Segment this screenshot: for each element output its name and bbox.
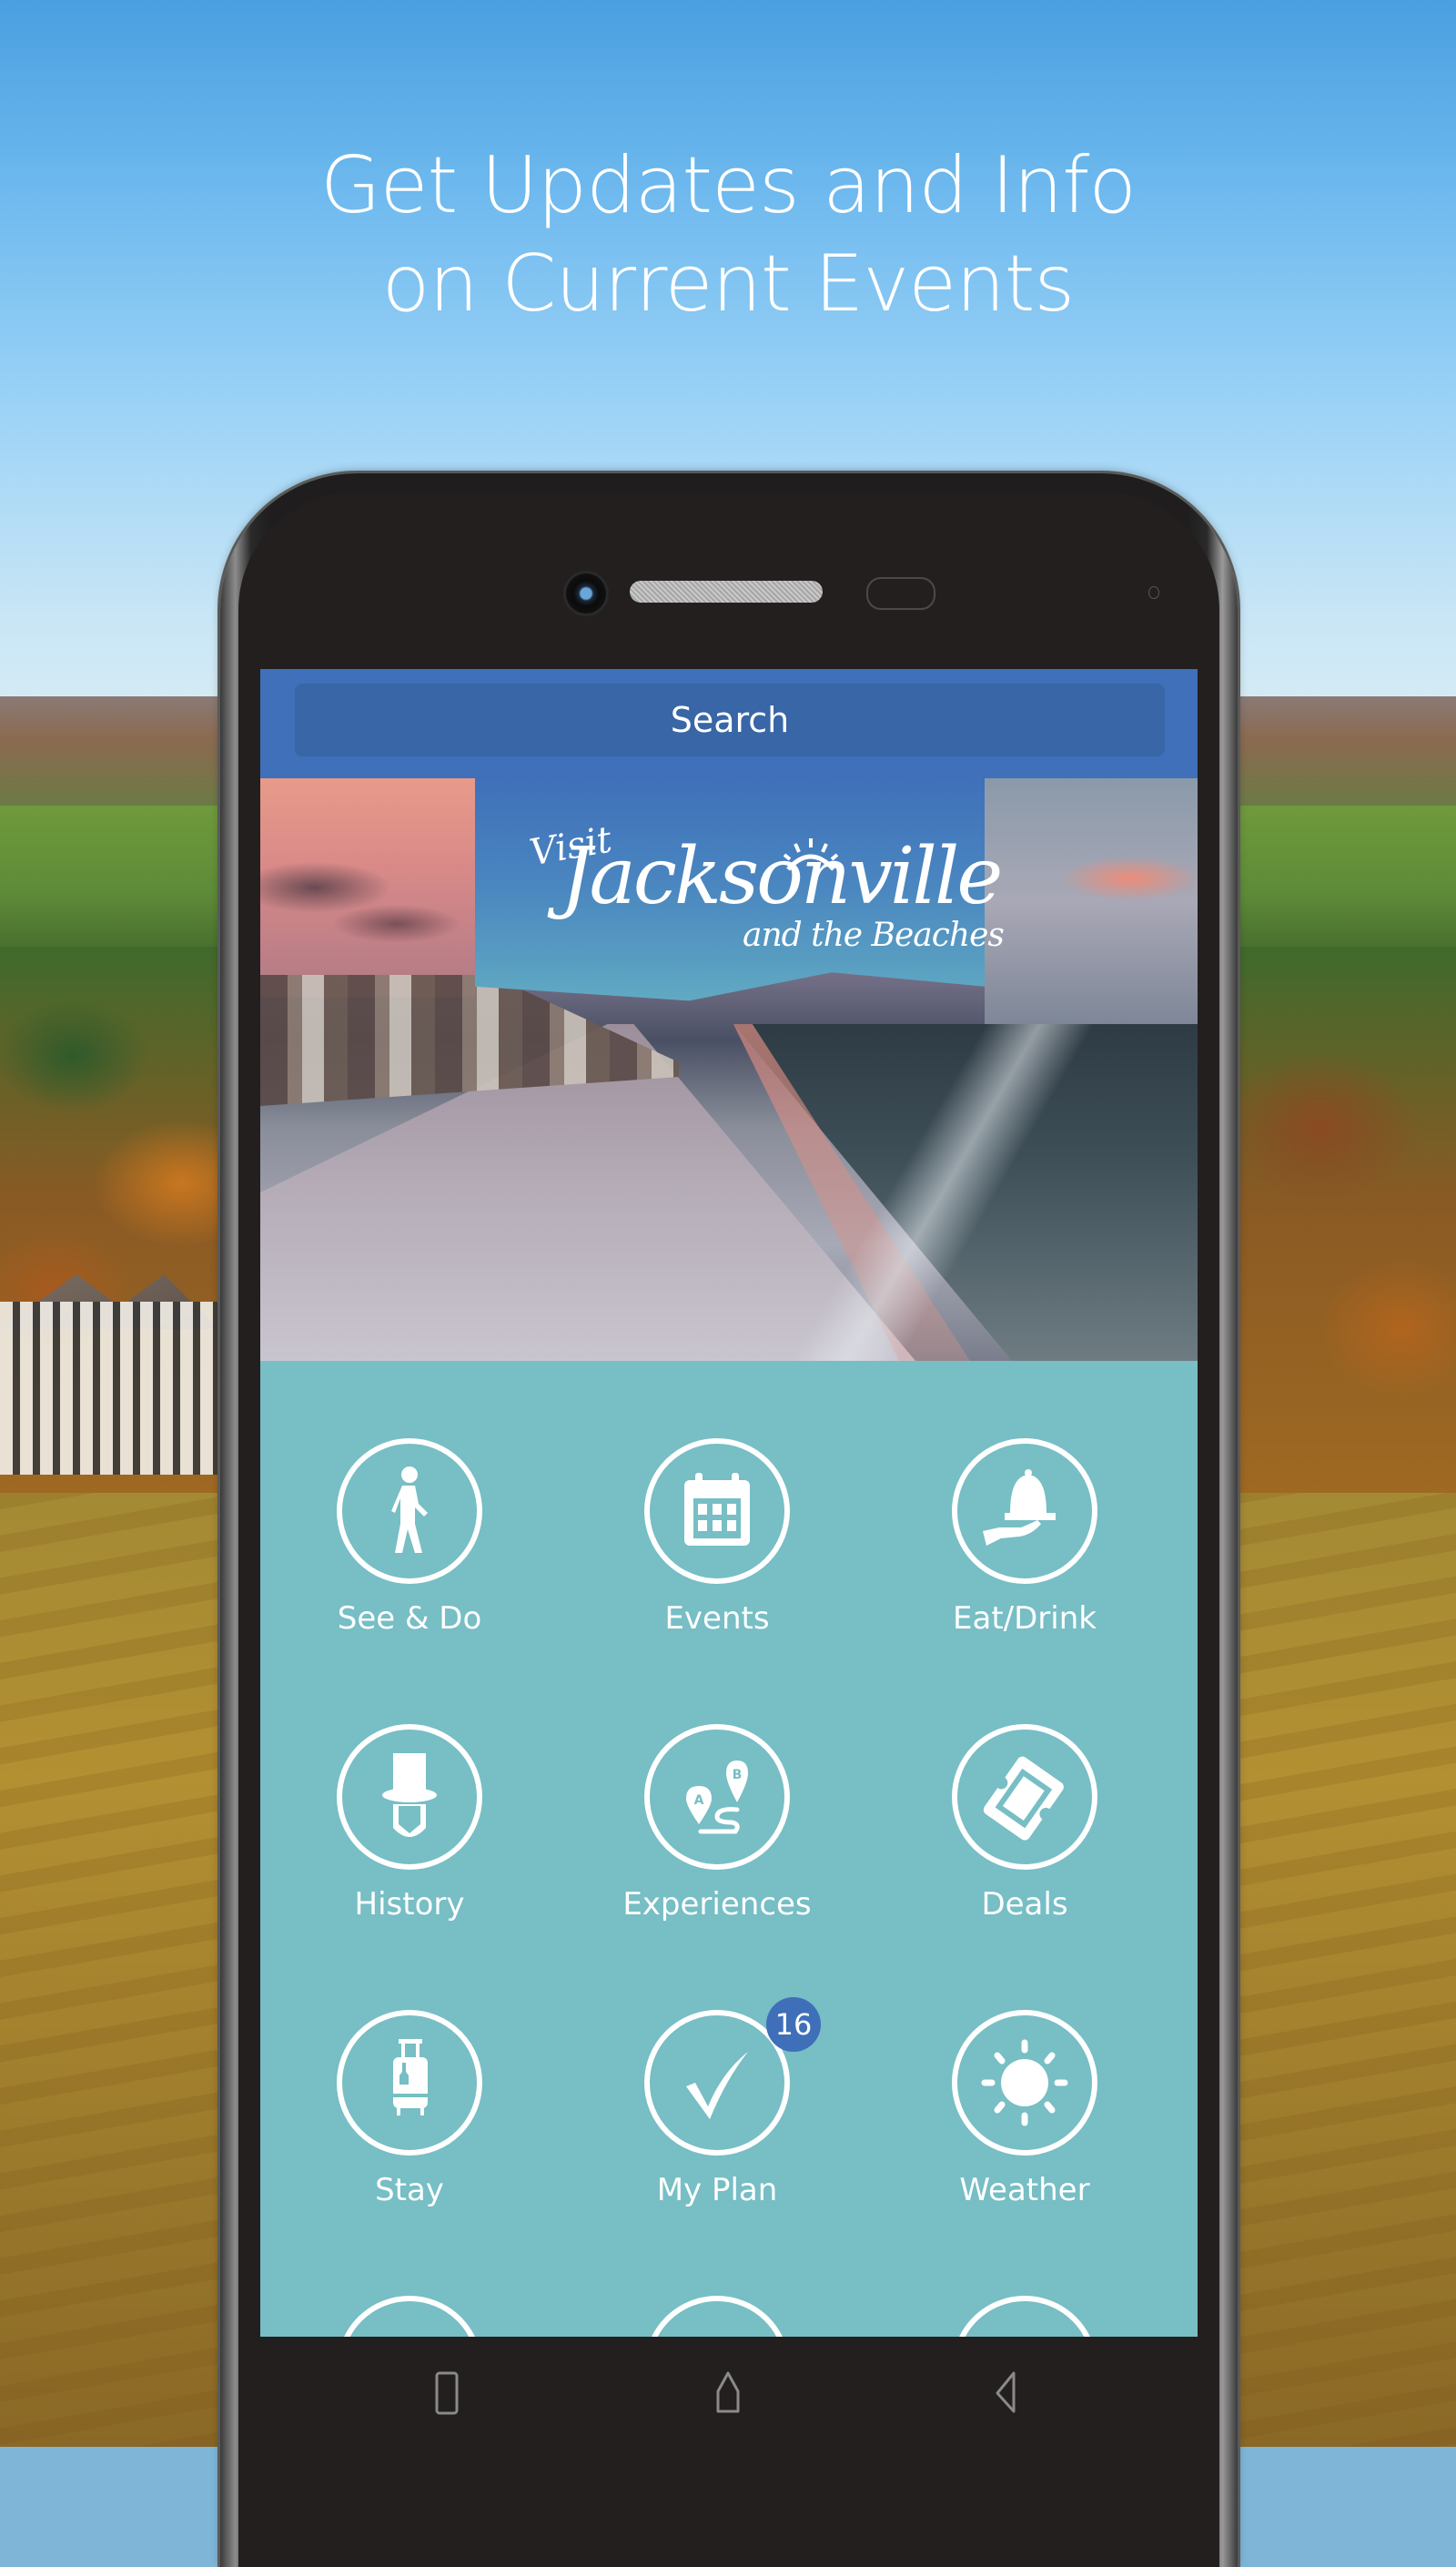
tile-icon-ring (337, 1438, 482, 1584)
tile-label: Deals (981, 1886, 1068, 1923)
luggage-icon (393, 2039, 428, 2115)
tile-label: See & Do (337, 1600, 482, 1637)
tile-icon-ring: A B (644, 1724, 790, 1870)
menu-grid: See & Do Events Eat/Drink History A B Ex… (260, 669, 1198, 2337)
calendar-icon (684, 1473, 750, 1546)
tile-icon-ring (952, 1438, 1097, 1584)
tile-icon-ring (952, 2010, 1097, 2156)
sun-icon (981, 2039, 1068, 2126)
tile-see-and-do[interactable]: See & Do (260, 1438, 533, 1675)
svg-text:A: A (694, 1793, 704, 1808)
top-hat-beard-icon (382, 1753, 437, 1837)
tile-icon-ring (644, 1438, 790, 1584)
tile-history[interactable]: History (260, 1724, 533, 1961)
proximity-sensor (866, 577, 935, 610)
tile-label: Eat/Drink (953, 1600, 1097, 1637)
back-triangle-icon (996, 2371, 1016, 2413)
earpiece-speaker (630, 581, 823, 603)
tile-partial-3[interactable] (952, 2296, 1097, 2337)
home-icon (716, 2371, 740, 2413)
tile-weather[interactable]: Weather (875, 2010, 1148, 2247)
promo-headline: Get Updates and Info on Current Events (0, 137, 1456, 333)
back-button[interactable] (977, 2364, 1032, 2419)
lodge-building (0, 1302, 218, 1475)
tile-my-plan[interactable]: 16 My Plan (568, 1997, 841, 2247)
notification-led (1148, 586, 1159, 599)
tile-deals[interactable]: Deals (875, 1724, 1148, 1961)
tile-label: Stay (375, 2172, 444, 2208)
tile-partial-1[interactable] (337, 2296, 482, 2337)
tile-label: Experiences (622, 1886, 812, 1923)
tile-label: Weather (959, 2172, 1090, 2208)
tile-eat-drink[interactable]: Eat/Drink (875, 1438, 1148, 1675)
tile-icon-ring (337, 2010, 482, 2156)
home-button[interactable] (701, 2364, 755, 2419)
tile-stay[interactable]: Stay (260, 2010, 533, 2247)
tile-partial-2[interactable] (644, 2296, 790, 2337)
device-nav-bar (238, 2337, 1219, 2447)
tile-label: Events (664, 1600, 770, 1637)
tile-events[interactable]: Events (568, 1438, 841, 1675)
serving-cloche-icon (983, 1469, 1056, 1546)
promo-headline-line1: Get Updates and Info (319, 140, 1137, 231)
front-camera-icon (566, 573, 606, 614)
promo-headline-line2: on Current Events (381, 238, 1076, 330)
route-a-to-b-icon: A B (686, 1760, 748, 1834)
tile-icon-ring (952, 1724, 1097, 1870)
walking-person-icon (391, 1466, 428, 1553)
checkmark-icon (686, 2052, 748, 2119)
svg-text:B: B (733, 1768, 743, 1782)
recents-square-icon (435, 2371, 459, 2415)
tile-label: History (354, 1886, 465, 1923)
tile-icon-ring (337, 1724, 482, 1870)
tile-label: My Plan (656, 2172, 778, 2208)
recents-button[interactable] (420, 2364, 475, 2419)
notification-badge: 16 (766, 1997, 821, 2052)
tile-experiences[interactable]: A B Experiences (568, 1724, 841, 1961)
ticket-icon (983, 1756, 1064, 1841)
app-screen: Search Visit Jacksonville and the Beache… (260, 669, 1198, 2337)
